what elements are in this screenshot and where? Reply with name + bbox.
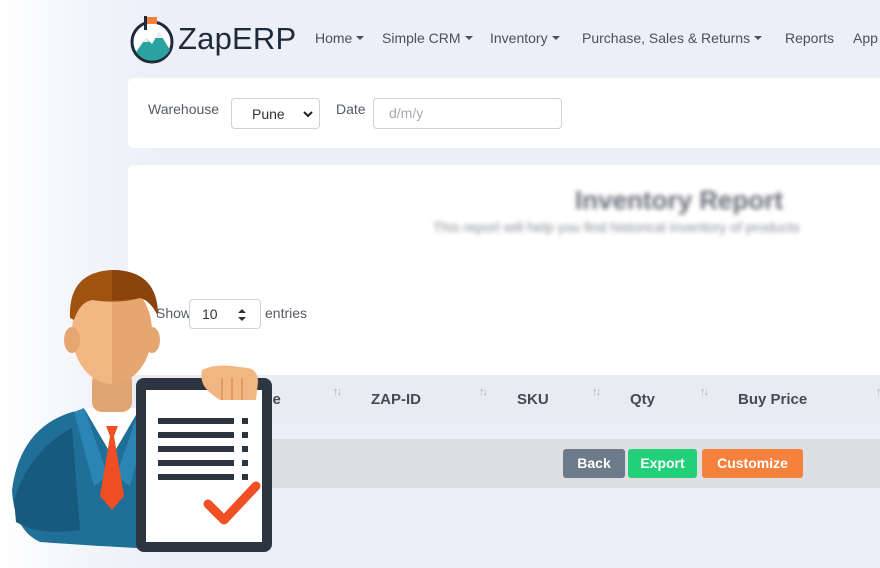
customize-button[interactable]: Customize [702,449,803,478]
caret-down-icon [356,36,365,40]
brand-name: ZapERP [178,21,297,56]
nav-app[interactable]: App [853,30,878,46]
mountain-logo-icon [130,16,174,64]
businessman-checklist-illustration [12,270,272,552]
chevron-down-icon [303,111,313,118]
sort-icon[interactable]: ↑↓ [700,386,709,398]
sort-icon[interactable]: ↑↓ [333,386,342,398]
date-input[interactable]: d/m/y [373,98,562,129]
report-subtitle: This report will help you find historica… [433,219,800,235]
brand-logo[interactable]: ZapERP [130,14,296,64]
nav-purchase-label: Purchase, Sales & Returns [582,30,751,46]
caret-down-icon [754,36,763,40]
date-label: Date [336,101,366,117]
nav-home[interactable]: Home [315,30,365,46]
nav-app-label: App [853,30,878,46]
report-title: Inventory Report [575,185,784,215]
back-button[interactable]: Back [563,449,625,478]
top-navbar: ZapERP Home Simple CRM Inventory Purchas… [0,0,880,78]
right-ear [144,327,160,353]
warehouse-select[interactable]: Pune [231,98,320,129]
nav-home-label: Home [315,30,353,46]
filter-card: Warehouse Pune Date d/m/y [128,78,880,148]
col-zap-id[interactable]: ZAP-ID [371,391,421,408]
nav-simple-crm[interactable]: Simple CRM [382,30,473,46]
nav-reports[interactable]: Reports [785,30,834,46]
col-buy-price[interactable]: Buy Price [738,391,807,408]
nav-inventory[interactable]: Inventory [490,30,560,46]
warehouse-value: Pune [252,106,285,122]
sort-icon[interactable]: ↑↓ [592,386,601,398]
nav-reports-label: Reports [785,30,835,46]
nav-inventory-label: Inventory [490,30,548,46]
caret-down-icon [464,36,473,40]
sort-icon[interactable]: ↑↓ [876,386,880,398]
export-button[interactable]: Export [628,449,697,478]
left-ear [64,327,80,353]
sort-icon[interactable]: ↑↓ [479,386,488,398]
nav-simple-crm-label: Simple CRM [382,30,461,46]
date-placeholder: d/m/y [389,105,424,121]
col-sku[interactable]: SKU [517,391,549,408]
caret-down-icon [551,36,560,40]
warehouse-label: Warehouse [148,101,220,117]
col-qty[interactable]: Qty [630,391,655,408]
nav-purchase-sales-returns[interactable]: Purchase, Sales & Returns [582,30,763,46]
